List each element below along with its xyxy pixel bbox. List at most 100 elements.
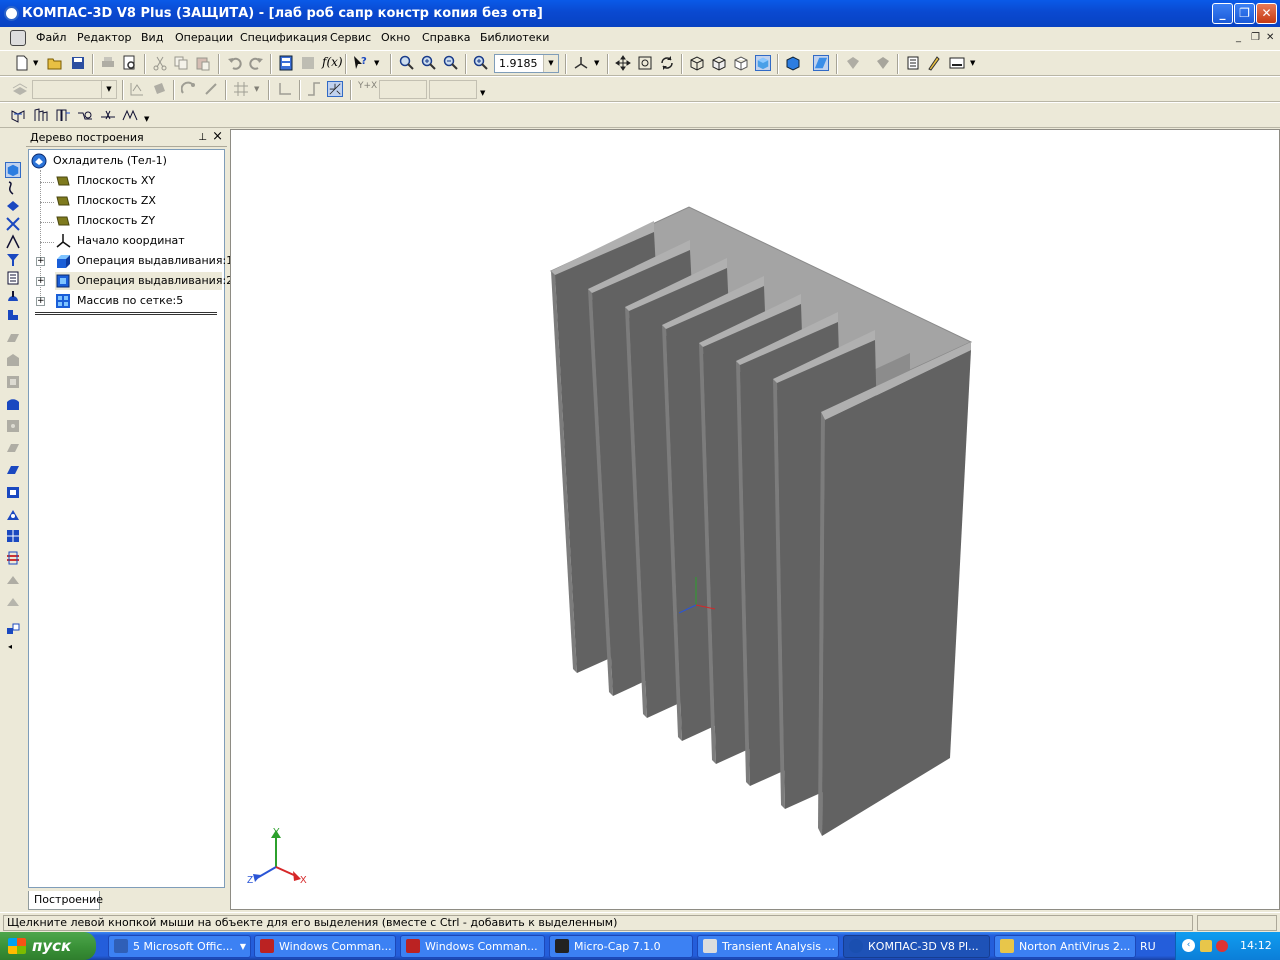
- shaded-edges-icon[interactable]: [785, 55, 801, 71]
- group-dropdown-icon[interactable]: ▼: [240, 936, 246, 957]
- fillet-icon[interactable]: [5, 462, 21, 478]
- draft-icon[interactable]: [5, 594, 21, 610]
- task-microcap[interactable]: Micro-Cap 7.1.0: [549, 935, 693, 958]
- task-kompas[interactable]: КОМПАС-3D V8 Pl...: [843, 935, 990, 958]
- round-snap-icon[interactable]: [327, 81, 343, 97]
- doc-minimize-icon[interactable]: _: [1236, 32, 1241, 43]
- zoom-frame-icon[interactable]: [399, 55, 415, 71]
- filter-icon[interactable]: [5, 252, 21, 268]
- help-dropdown-icon[interactable]: ▼: [374, 59, 379, 67]
- coordinate-icon[interactable]: Y+X: [358, 81, 377, 97]
- orientation-icon[interactable]: [573, 55, 589, 71]
- heatsink-model[interactable]: Y Z X: [231, 130, 1279, 909]
- layer-icon[interactable]: [12, 81, 28, 97]
- coord-y-field[interactable]: [429, 80, 477, 99]
- mirror-icon[interactable]: [5, 550, 21, 566]
- task-windows-commander-2[interactable]: Windows Comman...: [400, 935, 545, 958]
- thin-hidden-icon[interactable]: [733, 55, 749, 71]
- extrude-tool-icon[interactable]: [10, 107, 26, 123]
- tray-expand-icon[interactable]: ‹: [1182, 939, 1195, 952]
- manager-icon[interactable]: [278, 55, 294, 71]
- sketch-icon[interactable]: [129, 81, 145, 97]
- paste-icon[interactable]: [195, 55, 211, 71]
- surface-ops-icon[interactable]: [5, 198, 21, 214]
- compact-dropdown-icon[interactable]: ▼: [144, 115, 149, 123]
- close-panel-icon[interactable]: ×: [212, 128, 223, 145]
- cut-rotate-icon[interactable]: [5, 440, 21, 456]
- new-dropdown-icon[interactable]: ▼: [33, 59, 38, 67]
- restore-button[interactable]: ❐: [1234, 3, 1255, 24]
- shaded-icon[interactable]: [755, 55, 771, 71]
- chevron-down-icon[interactable]: ▼: [101, 81, 116, 98]
- document-menu-icon[interactable]: [10, 30, 26, 46]
- tab-construction[interactable]: Построение: [28, 891, 103, 910]
- ortho-icon[interactable]: [306, 81, 322, 97]
- print-preview-icon[interactable]: [122, 55, 138, 71]
- tree-end-marker[interactable]: [35, 312, 217, 315]
- style-combo[interactable]: ▼: [32, 80, 117, 99]
- orientation-dropdown-icon[interactable]: ▼: [594, 59, 599, 67]
- diagnostics-icon[interactable]: [5, 234, 21, 250]
- local-cs-icon[interactable]: [277, 81, 293, 97]
- kinematic-op-icon[interactable]: [5, 374, 21, 390]
- extrude-op-icon[interactable]: [5, 330, 21, 346]
- rotate-op-icon[interactable]: [5, 352, 21, 368]
- chevron-down-icon[interactable]: ▼: [543, 55, 558, 72]
- shell-icon[interactable]: [5, 484, 21, 500]
- coord-dropdown-icon[interactable]: ▼: [480, 89, 485, 97]
- print-icon[interactable]: [100, 55, 116, 71]
- task-norton[interactable]: Norton AntiVirus 2...: [994, 935, 1136, 958]
- tray-app-icon[interactable]: [1200, 940, 1212, 952]
- coord-x-field[interactable]: [379, 80, 427, 99]
- edit-part-icon[interactable]: [5, 162, 21, 178]
- doc-restore-icon[interactable]: ❐: [1251, 32, 1260, 43]
- zoom-scale-icon[interactable]: [473, 55, 489, 71]
- zoom-in-icon[interactable]: [421, 55, 437, 71]
- edit-sketch-icon[interactable]: [151, 81, 167, 97]
- expand-icon[interactable]: +: [36, 297, 45, 306]
- rib-icon[interactable]: [5, 506, 21, 522]
- doc-close-icon[interactable]: ✕: [1266, 32, 1274, 43]
- pan-icon[interactable]: [615, 55, 631, 71]
- new-document-icon[interactable]: [14, 55, 30, 71]
- menu-specification[interactable]: Спецификация: [240, 31, 327, 44]
- task-windows-commander-1[interactable]: Windows Comman...: [254, 935, 396, 958]
- auxiliary-geometry-icon[interactable]: [5, 216, 21, 232]
- scroll-arrow-icon[interactable]: ◂: [8, 642, 12, 651]
- measure-icon[interactable]: [122, 107, 138, 123]
- cut-icon[interactable]: [152, 55, 168, 71]
- library-icon[interactable]: [300, 55, 316, 71]
- section-icon[interactable]: [845, 55, 861, 71]
- model-viewport[interactable]: Y Z X: [230, 129, 1280, 910]
- specification-icon[interactable]: [5, 270, 21, 286]
- perspective-icon[interactable]: [813, 55, 829, 71]
- zoom-scale-combo[interactable]: 1.9185 ▼: [494, 54, 559, 73]
- array-grid-tool-icon[interactable]: [5, 528, 21, 544]
- menu-service[interactable]: Сервис: [330, 31, 371, 44]
- array-tool-icon[interactable]: [55, 107, 71, 123]
- cut-extrude-icon[interactable]: [5, 418, 21, 434]
- display-settings-icon[interactable]: [949, 55, 965, 71]
- open-icon[interactable]: [47, 55, 63, 71]
- undo-icon[interactable]: [227, 55, 243, 71]
- clock[interactable]: 14:12: [1240, 939, 1272, 952]
- more-tools-icon[interactable]: [5, 622, 21, 638]
- properties-icon[interactable]: [905, 55, 921, 71]
- reports-icon[interactable]: [5, 288, 21, 304]
- menu-window[interactable]: Окно: [381, 31, 410, 44]
- redo-icon[interactable]: [248, 55, 264, 71]
- context-help-icon[interactable]: ?: [352, 55, 368, 71]
- grid-icon[interactable]: [233, 81, 249, 97]
- spatial-curves-icon[interactable]: [5, 180, 21, 196]
- rotate-icon[interactable]: [659, 55, 675, 71]
- expand-icon[interactable]: +: [36, 277, 45, 286]
- tree-item-extrude-2[interactable]: Операция выдавливания:2: [55, 272, 233, 290]
- split-icon[interactable]: [5, 572, 21, 588]
- menu-libraries[interactable]: Библиотеки: [480, 31, 549, 44]
- surfaces-icon[interactable]: [100, 107, 116, 123]
- pin-icon[interactable]: ⊥: [198, 129, 207, 146]
- spatial-curve-icon[interactable]: [77, 107, 93, 123]
- menu-view[interactable]: Вид: [141, 31, 163, 44]
- menu-help[interactable]: Справка: [422, 31, 470, 44]
- snap-settings-icon[interactable]: [203, 81, 219, 97]
